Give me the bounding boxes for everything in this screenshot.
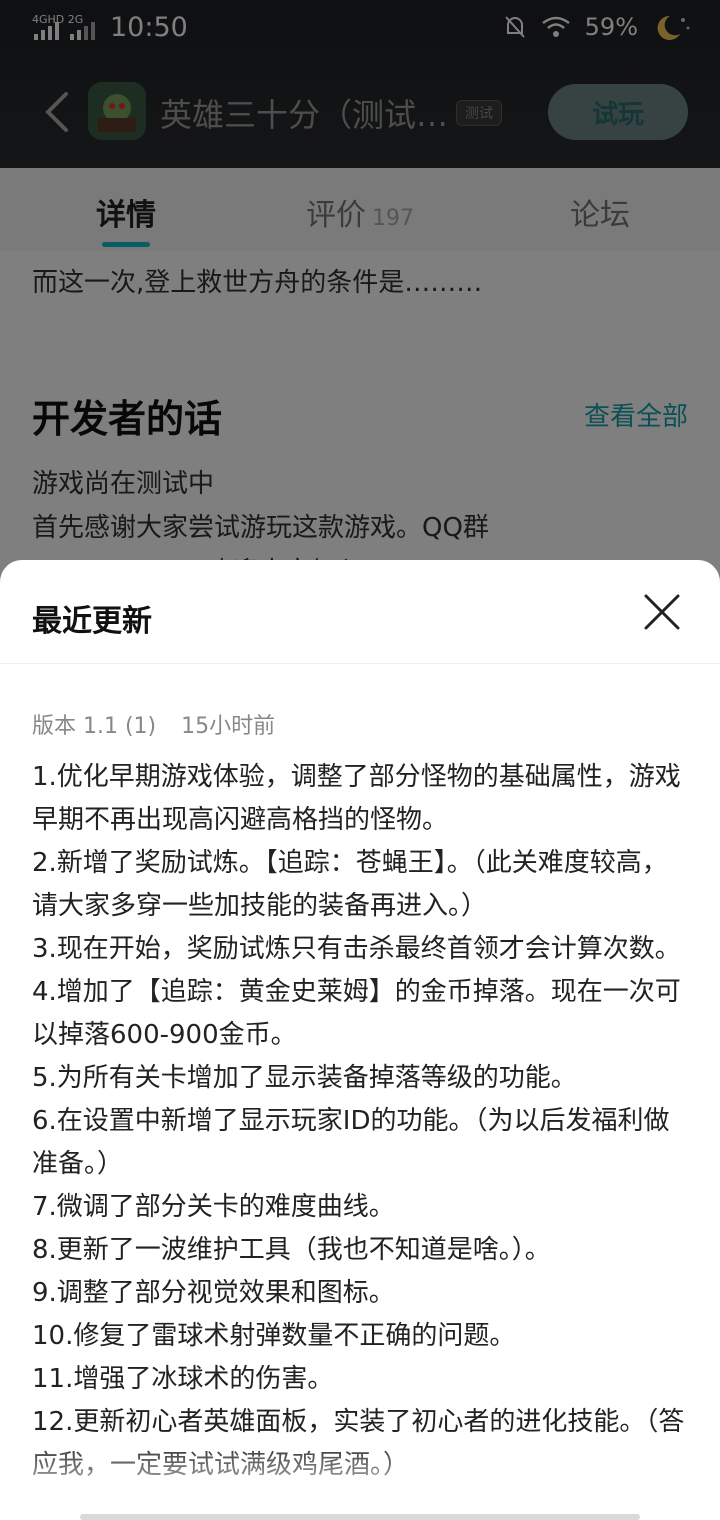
version-number: 版本 1.1 (1): [32, 714, 157, 739]
note-item: 11.增强了冰球术的伤害。: [32, 1364, 334, 1394]
update-time: 15小时前: [181, 714, 276, 739]
note-item: 4.增加了【追踪：黄金史莱姆】的金币掉落。现在一次可以掉落600-900金币。: [32, 977, 681, 1050]
note-item: 6.在设置中新增了显示玩家ID的功能。（为以后发福利做准备。）: [32, 1106, 670, 1179]
recent-updates-sheet: 最近更新 版本 1.1 (1) 15小时前 1.优化早期游戏体验，调整了部分怪物…: [0, 560, 720, 1520]
note-item: 9.调整了部分视觉效果和图标。: [32, 1278, 395, 1308]
close-icon[interactable]: [642, 592, 682, 632]
note-item: 8.更新了一波维护工具（我也不知道是啥。）。: [32, 1235, 551, 1265]
note-item: 1.优化早期游戏体验，调整了部分怪物的基础属性，游戏早期不再出现高闪避高格挡的怪…: [32, 762, 681, 835]
sheet-header: 最近更新: [0, 560, 720, 664]
version-info: 版本 1.1 (1) 15小时前: [32, 708, 293, 740]
release-notes: 1.优化早期游戏体验，调整了部分怪物的基础属性，游戏早期不再出现高闪避高格挡的怪…: [32, 756, 692, 1487]
note-item: 2.新增了奖励试炼。【追踪：苍蝇王】。（此关难度较高，请大家多穿一些加技能的装备…: [32, 848, 668, 921]
scroll-fade: [0, 1440, 720, 1520]
home-indicator: [80, 1514, 640, 1520]
note-item: 10.修复了雷球术射弹数量不正确的问题。: [32, 1321, 516, 1351]
note-item: 5.为所有关卡增加了显示装备掉落等级的功能。: [32, 1063, 577, 1093]
note-item: 7.微调了部分关卡的难度曲线。: [32, 1192, 395, 1222]
note-item: 3.现在开始，奖励试炼只有击杀最终首领才会计算次数。: [32, 934, 681, 964]
sheet-title: 最近更新: [32, 604, 152, 639]
